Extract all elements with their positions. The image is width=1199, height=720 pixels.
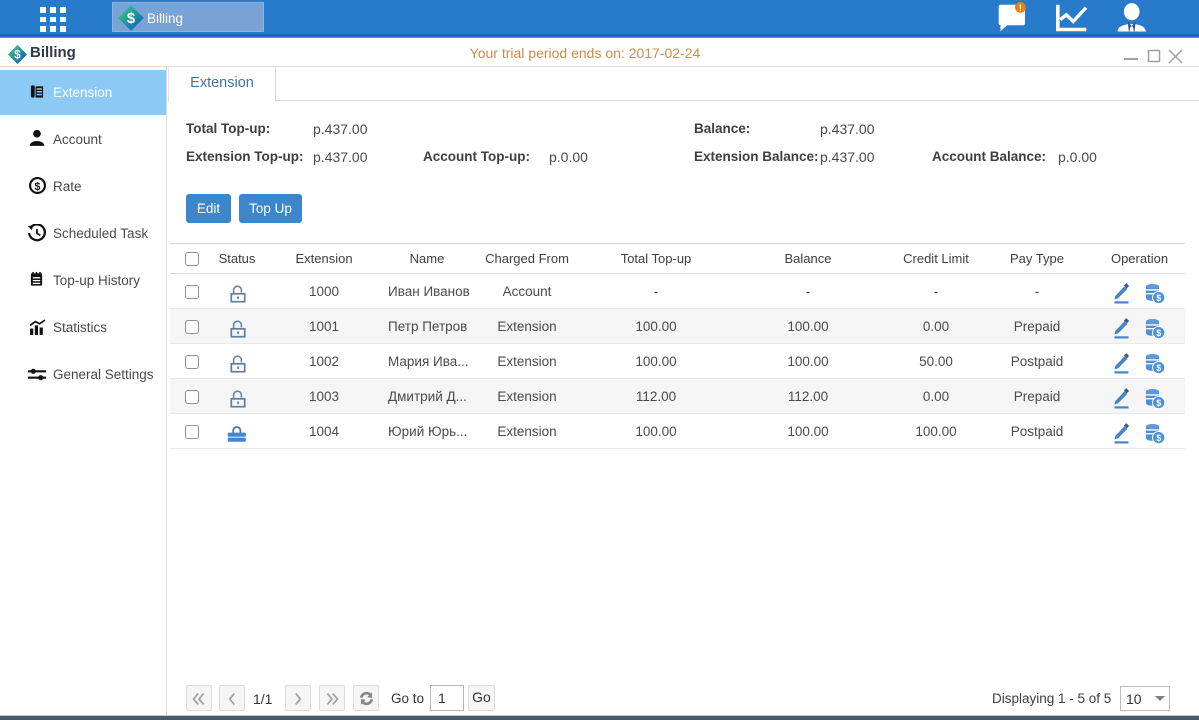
svg-text:$: $ bbox=[1156, 328, 1161, 338]
svg-text:$: $ bbox=[1156, 363, 1161, 373]
svg-text:$: $ bbox=[1156, 398, 1161, 408]
svg-text:$: $ bbox=[127, 10, 136, 27]
svg-text:$: $ bbox=[1156, 433, 1161, 443]
svg-text:!: ! bbox=[1019, 3, 1022, 13]
svg-text:$: $ bbox=[1156, 293, 1161, 303]
svg-text:$: $ bbox=[35, 181, 41, 193]
